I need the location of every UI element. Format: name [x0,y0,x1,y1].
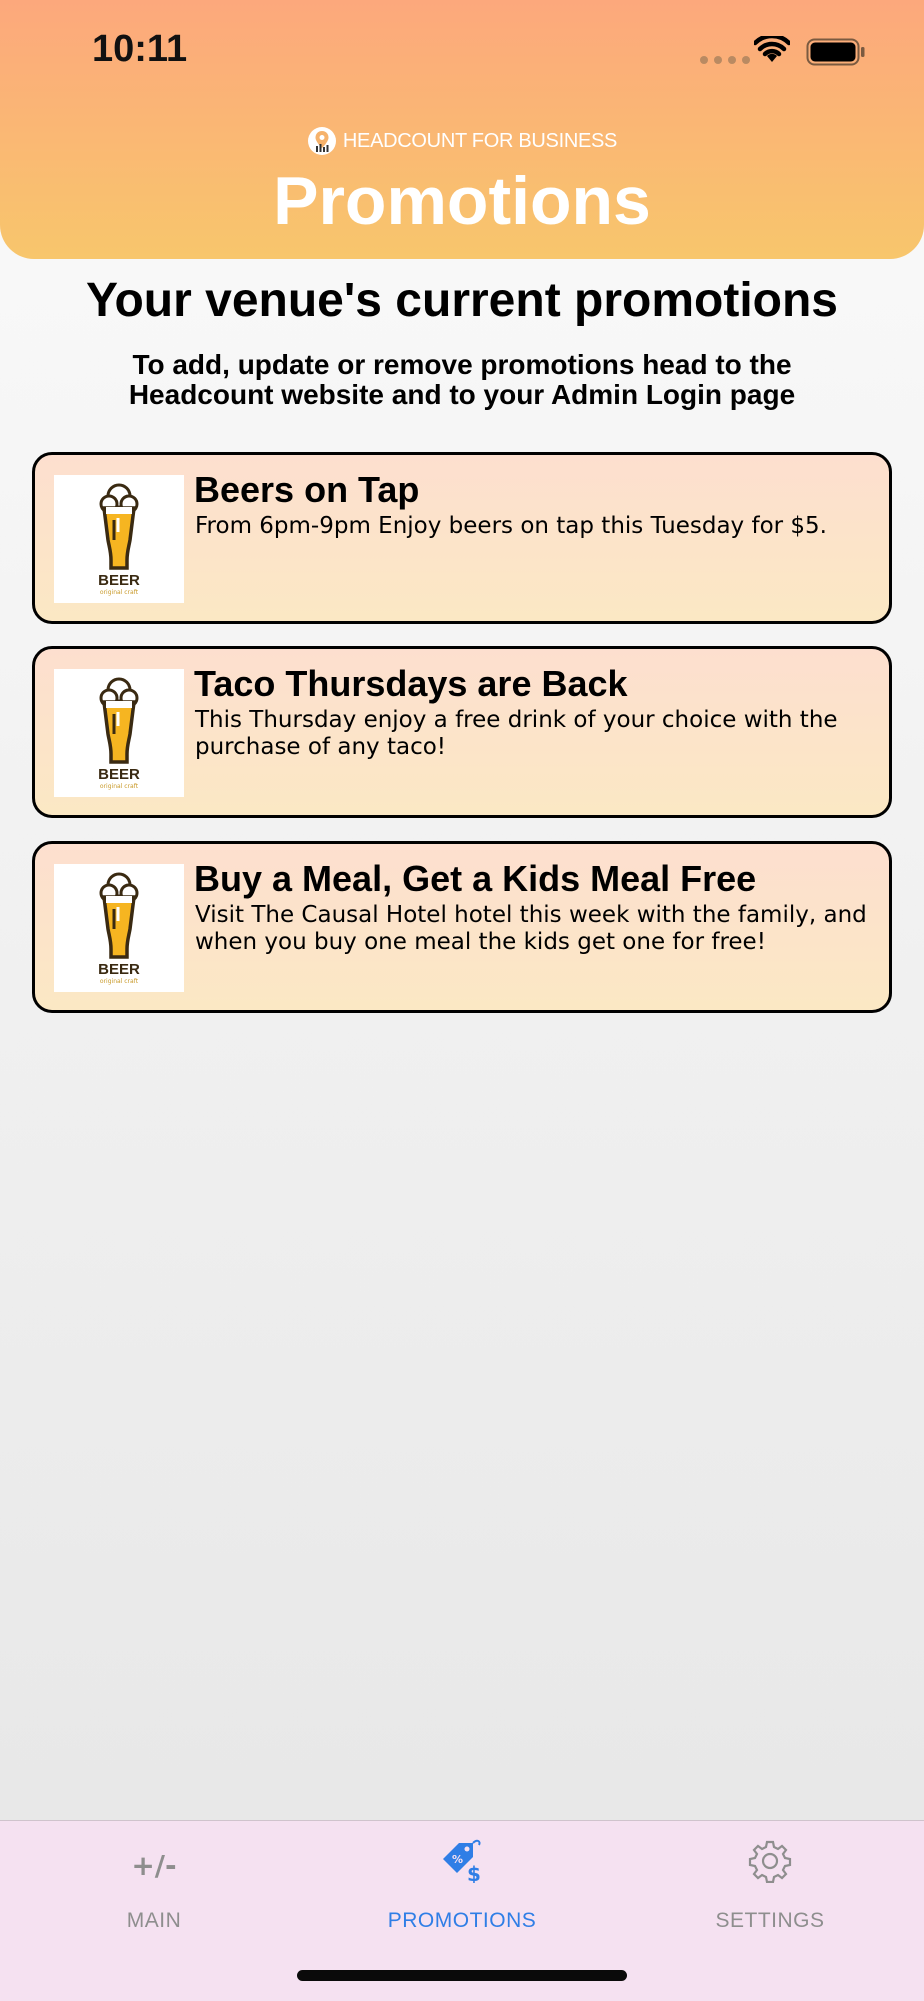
image-label: BEER [98,961,140,978]
image-sublabel: original craft [99,783,139,790]
promotion-card[interactable]: BEER original craft Buy a Meal, Get a Ki… [32,841,892,1013]
tab-main-label: MAIN [126,1909,182,1932]
image-sublabel: original craft [99,978,139,985]
home-indicator[interactable] [297,1970,627,1981]
promotion-card[interactable]: BEER original craft Taco Thursdays are B… [32,646,892,818]
promotion-image: BEER original craft [54,669,184,797]
promotion-title: Beers on Tap [194,469,420,510]
promotion-description: This Thursday enjoy a free drink of your… [195,707,838,760]
beer-glass-icon [99,483,139,570]
beer-glass-icon [99,677,139,764]
location-pin-icon [307,127,336,155]
price-tag-icon: % $ [443,1839,481,1883]
tab-settings-label: SETTINGS [715,1909,825,1932]
svg-text:$: $ [467,1862,481,1883]
tab-promotions-label: PROMOTIONS [387,1909,537,1932]
promotion-title: Buy a Meal, Get a Kids Meal Free [194,858,757,899]
image-label: BEER [98,766,140,783]
promotion-description: Visit The Causal Hotel hotel this week w… [195,902,867,955]
brand-logo: HEADCOUNT FOR BUSINESS [0,126,924,156]
brand-name: HEADCOUNT FOR BUSINESS [342,129,618,152]
promotion-card[interactable]: BEER original craft Beers on Tap From 6p… [32,452,892,624]
page-title: Promotions [273,163,651,239]
beer-glass-icon [99,872,139,959]
promotion-image: BEER original craft [54,864,184,992]
svg-text:%: % [452,1853,463,1866]
cellular-signal-icon [700,56,750,64]
promotion-title: Taco Thursdays are Back [194,663,628,704]
tab-main[interactable]: +/- MAIN [0,1821,308,1941]
wifi-icon [752,33,792,68]
tab-promotions[interactable]: % $ PROMOTIONS [308,1821,616,1941]
status-time: 10:11 [92,28,188,70]
tab-settings[interactable]: SETTINGS [616,1821,924,1941]
section-title: Your venue's current promotions [86,274,838,327]
section-subtitle: To add, update or remove promotions head… [128,349,796,410]
header: 10:11 HEADCOUNT FOR BUSINESS Promotions [0,0,924,259]
plus-minus-icon: +/- [131,1849,177,1882]
image-label: BEER [98,572,140,589]
battery-icon [806,38,866,70]
gear-icon [748,1840,792,1883]
promotion-image: BEER original craft [54,475,184,603]
image-sublabel: original craft [99,589,139,596]
promotion-description: From 6pm-9pm Enjoy beers on tap this Tue… [195,513,827,539]
